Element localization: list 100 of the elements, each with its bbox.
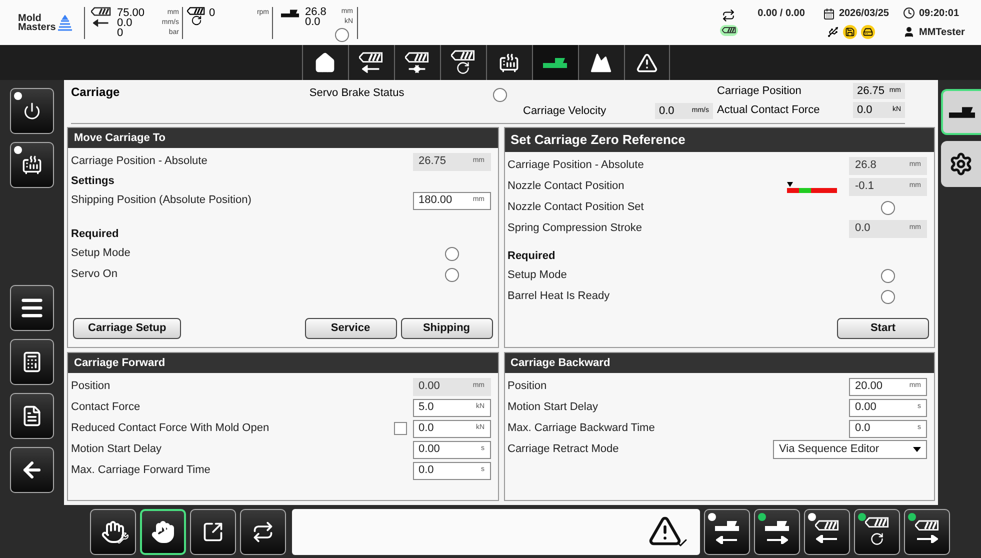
status-value: 0.0 — [117, 18, 132, 28]
user-name: MMTester — [919, 26, 965, 40]
time-text: 09:20:01 — [919, 6, 960, 20]
action-button[interactable] — [754, 508, 800, 554]
status-value: 0 — [117, 28, 124, 38]
warning-check-icon — [648, 514, 688, 549]
action-button[interactable] — [804, 508, 850, 554]
mode-button[interactable] — [190, 508, 236, 554]
usb-icon — [827, 26, 839, 38]
side-button[interactable] — [10, 393, 54, 439]
document-icon — [21, 405, 43, 427]
cycle-time: 0.00 / 0.00 — [758, 7, 805, 21]
field-label: Position — [508, 379, 548, 394]
status-lamp — [708, 512, 716, 520]
mountain-icon — [590, 52, 612, 74]
action-button[interactable] — [904, 508, 950, 554]
status-value: 0.0 — [305, 16, 320, 26]
action-button[interactable] — [854, 508, 900, 554]
panel-title: Carriage Forward — [68, 353, 498, 373]
calendar-icon — [822, 8, 835, 20]
heater-icon — [499, 52, 519, 72]
field-label: Setup Mode — [508, 268, 568, 284]
field-label: Carriage Position — [717, 84, 802, 99]
gears-icon — [949, 152, 973, 176]
dropdown[interactable]: Via Sequence Editor — [773, 440, 927, 459]
status-value: 26.8 — [305, 6, 326, 16]
user-icon — [903, 26, 915, 38]
side-tab[interactable] — [941, 141, 981, 187]
barrel-rotate-icon — [187, 6, 205, 26]
page-title: Carriage — [71, 84, 121, 101]
status-value: 0 — [209, 6, 216, 18]
mode-button[interactable] — [240, 508, 286, 554]
heater-icon — [22, 155, 42, 175]
barrel-left-icon — [815, 520, 839, 543]
panel-button[interactable]: Start — [837, 318, 929, 339]
panel-button[interactable]: Service — [304, 318, 396, 339]
side-button[interactable] — [10, 285, 54, 331]
side-button[interactable] — [10, 339, 54, 385]
barrel-hold-icon — [405, 52, 429, 73]
home-icon — [314, 52, 336, 74]
status-lamp — [14, 146, 22, 154]
side-button[interactable] — [10, 88, 54, 134]
field-label: Max. Carriage Backward Time — [508, 421, 656, 436]
side-button[interactable] — [10, 447, 54, 493]
left-arrow-icon — [93, 19, 109, 27]
memory-card-icon — [843, 25, 857, 39]
carriage-icon — [281, 8, 299, 18]
field-label: Carriage Position - Absolute — [508, 158, 645, 174]
barrel-right-icon — [915, 520, 939, 543]
field-label: Nozzle Contact Position Set — [508, 200, 645, 216]
field-label: Spring Compression Stroke — [508, 221, 644, 236]
panel-title: Set Carriage Zero Reference — [504, 128, 934, 152]
barrel-icon — [91, 7, 111, 16]
barrel-status-icon — [720, 25, 738, 36]
field-label: Motion Start Delay — [71, 442, 162, 458]
field-label: Actual Contact Force — [717, 102, 821, 118]
field-label: Motion Start Delay — [508, 400, 599, 416]
disk-icon — [861, 25, 875, 39]
field-label: Carriage Position - Absolute — [71, 154, 208, 170]
cycle-icon — [722, 9, 736, 22]
nav-tab[interactable] — [532, 45, 578, 80]
panel-button[interactable]: Shipping — [400, 318, 492, 339]
field-label: Barrel Heat Is Ready — [508, 289, 611, 304]
status-lamp — [908, 512, 916, 520]
power-icon — [23, 102, 41, 120]
status-lamp — [758, 512, 766, 520]
field-label: Servo On — [71, 267, 118, 282]
barrel-rotate-icon — [865, 517, 889, 546]
brake-label: Servo Brake Status — [309, 86, 406, 101]
section-heading: Settings — [71, 174, 116, 189]
section-heading: Required — [71, 226, 120, 242]
date-text: 2026/03/25 — [838, 7, 889, 21]
checkbox[interactable] — [394, 422, 406, 435]
panel-title: Carriage Backward — [504, 353, 934, 373]
status-lamp — [808, 512, 816, 520]
panel-title: Move Carriage To — [68, 128, 498, 148]
side-tab[interactable] — [941, 89, 981, 135]
field-label: Shipping Position (Absolute Position) — [71, 193, 252, 208]
hand-icon — [151, 520, 175, 544]
field-label: Carriage Retract Mode — [508, 442, 620, 458]
field-label: Contact Force — [71, 400, 142, 416]
barrel-rotate-icon — [451, 50, 475, 75]
repeat-icon — [252, 520, 274, 542]
panel-button[interactable]: Carriage Setup — [73, 318, 182, 339]
cycle-arrow-icon — [202, 520, 224, 542]
status-value: 75.00 — [117, 8, 145, 18]
clock-icon — [903, 7, 915, 19]
side-button[interactable] — [10, 142, 54, 188]
field-label: Position — [71, 379, 112, 394]
mode-button[interactable] — [140, 508, 186, 554]
calculator-icon — [21, 351, 43, 373]
section-heading: Required — [508, 248, 556, 264]
carriage-icon — [949, 106, 975, 118]
field-label: Max. Carriage Forward Time — [71, 463, 212, 478]
action-button[interactable] — [704, 508, 750, 554]
status-lamp — [858, 512, 866, 520]
field-label: Nozzle Contact Position — [508, 179, 626, 194]
carriage-icon — [543, 56, 567, 68]
carriage-right-icon — [765, 520, 789, 544]
nav-tab[interactable] — [624, 45, 670, 80]
